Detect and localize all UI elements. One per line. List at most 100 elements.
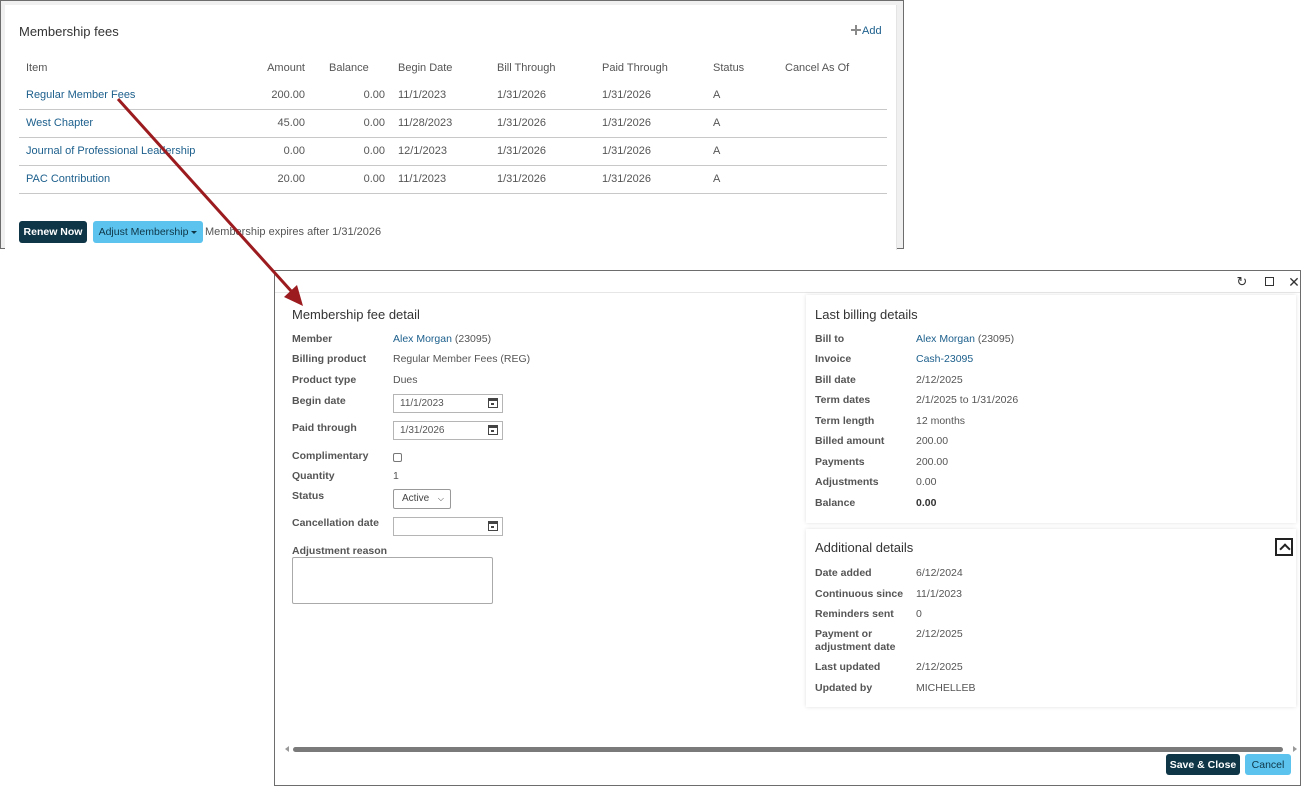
maximize-icon[interactable]: [1262, 275, 1276, 289]
column-header-status: Status: [713, 62, 745, 74]
refresh-icon[interactable]: ↻: [1235, 275, 1249, 289]
billed-amount-label: Billed amount: [815, 435, 885, 447]
horizontal-scrollbar[interactable]: [285, 746, 1297, 754]
adjustments-label: Adjustments: [815, 476, 879, 488]
scroll-left-icon[interactable]: [285, 746, 289, 752]
date-added-label: Date added: [815, 567, 872, 579]
calendar-icon[interactable]: [488, 521, 498, 531]
member-link[interactable]: Alex Morgan: [393, 333, 452, 345]
amount-cell: 200.00: [219, 81, 311, 110]
cancel-as-of-cell: [778, 165, 887, 194]
status-label: Status: [292, 490, 325, 502]
payment-date-label-line1: Payment or: [815, 628, 873, 640]
adjustment-reason-textarea[interactable]: [292, 557, 493, 604]
column-header-begin-date: Begin Date: [398, 62, 453, 74]
scroll-right-icon[interactable]: [1293, 746, 1297, 752]
balance-cell: 0.00: [311, 81, 391, 110]
member-id: (23095): [454, 333, 492, 345]
balance-cell: 0.00: [311, 137, 391, 166]
add-fee-link[interactable]: Add: [851, 24, 882, 37]
continuous-since-value: 11/1/2023: [916, 588, 962, 600]
member-value: Alex Morgan (23095): [393, 333, 491, 345]
cancel-button[interactable]: Cancel: [1245, 754, 1291, 775]
fee-item-link[interactable]: West Chapter: [26, 117, 93, 129]
term-length-value: 12 months: [916, 415, 966, 427]
billing-title: Last billing details: [815, 307, 918, 322]
caret-down-icon: [191, 230, 198, 234]
cancel-as-of-cell: [778, 137, 887, 166]
amount-cell: 20.00: [219, 165, 311, 194]
adjust-membership-label: Adjust Membership: [98, 226, 189, 238]
complimentary-checkbox[interactable]: [393, 453, 402, 462]
bill-to-id: (23095): [977, 333, 1015, 345]
save-close-button[interactable]: Save & Close: [1166, 754, 1240, 775]
begin-date-input[interactable]: 11/1/2023: [393, 394, 503, 413]
continuous-since-label: Continuous since: [815, 588, 904, 600]
column-header-amount: Amount: [267, 62, 305, 74]
invoice-link[interactable]: Cash-23095: [916, 353, 973, 365]
begin-date-cell: 11/28/2023: [391, 109, 490, 138]
paid-through-cell: 1/31/2026: [595, 165, 706, 194]
bill-through-cell: 1/31/2026: [490, 165, 595, 194]
begin-date-cell: 11/1/2023: [391, 165, 490, 194]
payments-label: Payments: [815, 456, 865, 468]
last-updated-value: 2/12/2025: [916, 661, 963, 673]
balance-label: Balance: [815, 497, 856, 509]
table-row: PAC Contribution 20.00 0.00 11/1/2023 1/…: [19, 165, 887, 194]
membership-fees-table: Item Amount Balance Begin Date Bill Thro…: [19, 55, 887, 194]
detail-title: Membership fee detail: [292, 307, 420, 322]
fee-item-link[interactable]: PAC Contribution: [26, 173, 110, 185]
adjustments-value: 0.00: [916, 476, 937, 488]
status-cell: A: [706, 137, 778, 166]
paid-through-cell: 1/31/2026: [595, 109, 706, 138]
dialog-titlebar: ↻ ✕: [275, 271, 1300, 293]
adjust-membership-button[interactable]: Adjust Membership: [93, 221, 203, 243]
complimentary-label: Complimentary: [292, 450, 369, 462]
column-header-bill-through: Bill Through: [497, 62, 556, 74]
calendar-icon[interactable]: [488, 398, 498, 408]
collapse-chevron-up-icon[interactable]: [1275, 538, 1293, 556]
fee-item-link[interactable]: Journal of Professional Leadership: [26, 145, 195, 157]
add-label: Add: [862, 25, 882, 37]
paid-through-label: Paid through: [292, 422, 357, 434]
billing-product-label: Billing product: [292, 353, 367, 365]
bill-date-value: 2/12/2025: [916, 374, 963, 386]
reminders-sent-label: Reminders sent: [815, 608, 894, 620]
status-cell: A: [706, 165, 778, 194]
last-updated-label: Last updated: [815, 661, 881, 673]
balance-value: 0.00: [916, 497, 937, 509]
payment-date-value: 2/12/2025: [916, 628, 963, 640]
term-dates-value: 2/1/2025 to 1/31/2026: [916, 394, 1019, 406]
chevron-down-icon: ⌵: [437, 494, 444, 503]
bill-to-link[interactable]: Alex Morgan: [916, 333, 975, 345]
payments-value: 200.00: [916, 456, 949, 468]
membership-fees-panel: Membership fees Add Item Amount Balance …: [0, 0, 904, 250]
payment-date-label: Payment or adjustment date: [815, 628, 896, 654]
product-type-label: Product type: [292, 374, 357, 386]
begin-date-value: 11/1/2023: [400, 398, 444, 409]
bill-through-cell: 1/31/2026: [490, 81, 595, 110]
membership-fee-detail-dialog: ↻ ✕ Membership fee detail Member Alex Mo…: [274, 270, 1301, 786]
calendar-icon[interactable]: [488, 425, 498, 435]
close-icon[interactable]: ✕: [1287, 275, 1301, 289]
fee-item-link[interactable]: Regular Member Fees: [26, 89, 135, 101]
product-type-value: Dues: [393, 374, 418, 386]
membership-expires-text: Membership expires after 1/31/2026: [205, 226, 382, 238]
column-header-balance: Balance: [329, 62, 369, 74]
paid-through-value: 1/31/2026: [400, 425, 445, 436]
renew-now-button[interactable]: Renew Now: [19, 221, 87, 243]
status-cell: A: [706, 81, 778, 110]
begin-date-cell: 11/1/2023: [391, 81, 490, 110]
paid-through-cell: 1/31/2026: [595, 81, 706, 110]
date-added-value: 6/12/2024: [916, 567, 963, 579]
table-row: Regular Member Fees 200.00 0.00 11/1/202…: [19, 81, 887, 110]
cancellation-date-input[interactable]: [393, 517, 503, 536]
bill-through-cell: 1/31/2026: [490, 137, 595, 166]
status-select[interactable]: Active ⌵: [393, 489, 451, 509]
scrollbar-thumb[interactable]: [293, 747, 1283, 752]
bill-date-label: Bill date: [815, 374, 856, 386]
balance-cell: 0.00: [311, 165, 391, 194]
balance-cell: 0.00: [311, 109, 391, 138]
paid-through-input[interactable]: 1/31/2026: [393, 421, 503, 440]
updated-by-label: Updated by: [815, 682, 873, 694]
